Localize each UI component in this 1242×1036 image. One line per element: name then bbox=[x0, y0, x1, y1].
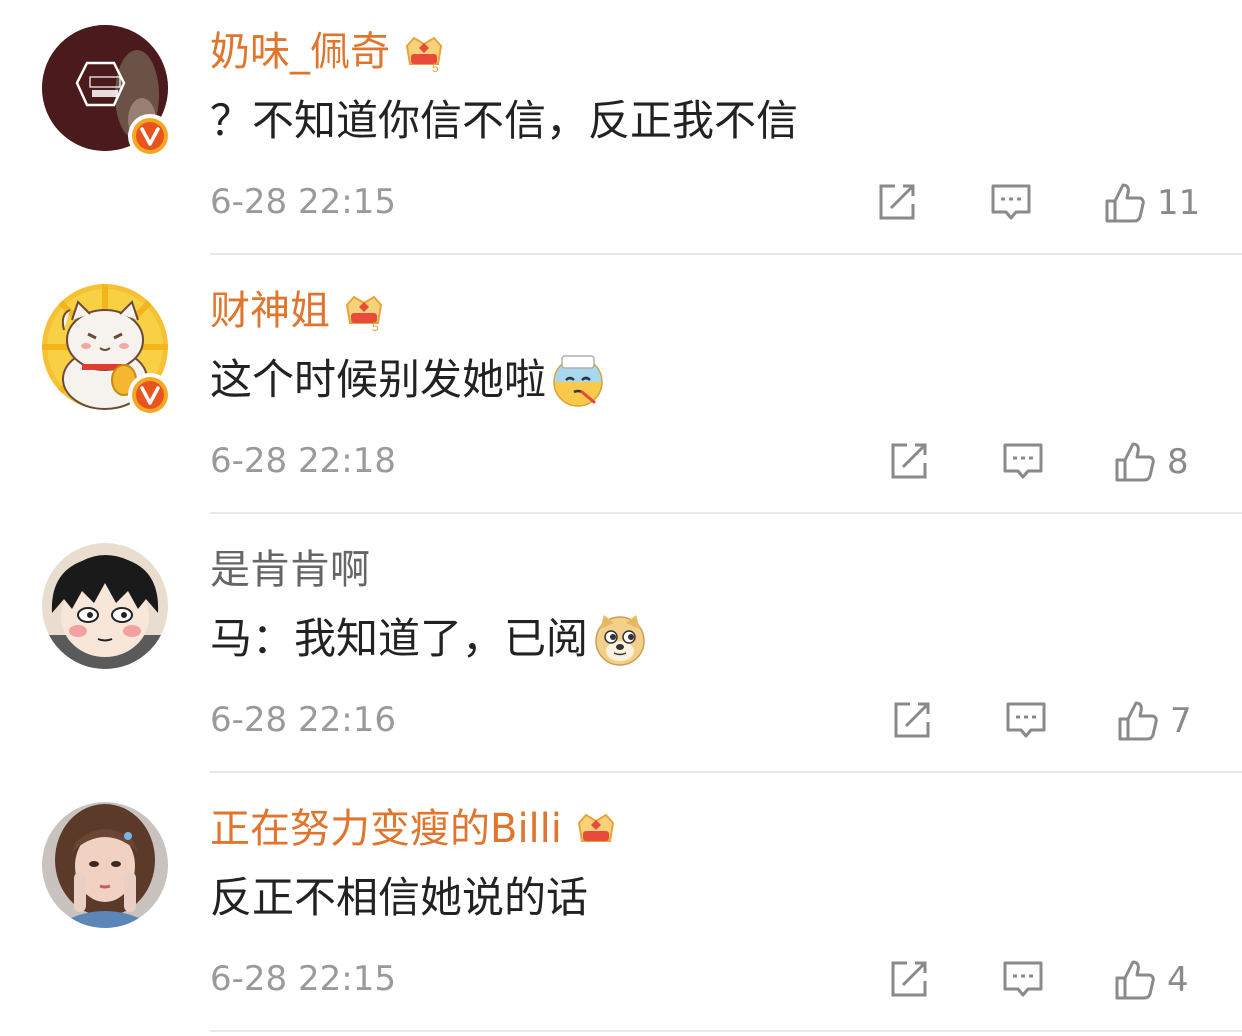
thumbs-up-icon bbox=[1118, 701, 1158, 741]
thumbs-up-icon bbox=[1115, 960, 1155, 1000]
avatar[interactable] bbox=[42, 543, 168, 669]
comment-text: 反正不相信她说的话 bbox=[210, 869, 588, 927]
vip-crown-icon bbox=[574, 807, 618, 851]
repost-button[interactable] bbox=[875, 180, 919, 226]
comment-text-content: 反正不相信她说的话 bbox=[210, 873, 589, 922]
like-count: 8 bbox=[1167, 442, 1189, 482]
username[interactable]: 是肯肯啊 bbox=[210, 546, 370, 594]
verified-badge-icon bbox=[128, 373, 172, 417]
divider bbox=[210, 253, 1242, 255]
repost-icon bbox=[891, 961, 927, 997]
username[interactable]: 财神姐 5 bbox=[210, 287, 386, 335]
comment-list: 奶味_佩奇 5 ？不知道你信不信，反正我不信 6-28 22:15 11 财神姐… bbox=[0, 0, 1242, 1035]
reply-button[interactable] bbox=[1004, 698, 1048, 744]
reply-button[interactable] bbox=[989, 180, 1033, 226]
username-text: 奶味_佩奇 bbox=[210, 29, 390, 75]
reply-button[interactable] bbox=[1001, 439, 1045, 485]
comment-text: 这个时候别发她啦 bbox=[210, 351, 606, 409]
comment-time: 6-28 22:15 bbox=[210, 182, 396, 222]
username-text: 财神姐 bbox=[210, 288, 330, 334]
comment-item: 财神姐 5 这个时候别发她啦 6-28 22:18 8 bbox=[0, 259, 1242, 518]
comment-icon bbox=[1006, 702, 1046, 738]
username[interactable]: 正在努力变瘦的Billi bbox=[210, 805, 618, 853]
comment-text: ？不知道你信不信，反正我不信 bbox=[210, 92, 798, 150]
comment-text-content: 这个时候别发她啦 bbox=[210, 355, 547, 404]
comment-text-content: ？不知道你信不信，反正我不信 bbox=[210, 96, 799, 145]
divider bbox=[210, 1030, 1242, 1032]
repost-button[interactable] bbox=[890, 698, 934, 744]
comment-icon bbox=[1003, 443, 1043, 479]
thumbs-up-icon bbox=[1115, 442, 1155, 482]
repost-icon bbox=[879, 184, 915, 220]
comment-text-content: 马：我知道了，已阅 bbox=[210, 614, 589, 663]
like-count: 11 bbox=[1157, 183, 1201, 223]
like-button[interactable]: 8 bbox=[1113, 439, 1189, 485]
divider bbox=[210, 512, 1242, 514]
divider bbox=[210, 771, 1242, 773]
username[interactable]: 奶味_佩奇 5 bbox=[210, 28, 446, 76]
comment-time: 6-28 22:18 bbox=[210, 441, 396, 481]
girl-photo-avatar-icon bbox=[42, 802, 168, 928]
vip-crown-icon: 5 bbox=[402, 30, 446, 74]
cartoon-girl-avatar-icon bbox=[42, 543, 168, 669]
verified-badge-icon bbox=[128, 114, 172, 158]
comment-item: 奶味_佩奇 5 ？不知道你信不信，反正我不信 6-28 22:15 11 bbox=[0, 0, 1242, 259]
comment-time: 6-28 22:15 bbox=[210, 959, 396, 999]
repost-icon bbox=[891, 443, 927, 479]
like-button[interactable]: 7 bbox=[1116, 698, 1192, 744]
comment-item: 是肯肯啊 马：我知道了，已阅 6-28 22:16 7 bbox=[0, 518, 1242, 777]
like-count: 4 bbox=[1167, 960, 1189, 1000]
avatar[interactable] bbox=[42, 802, 168, 928]
svg-text:5: 5 bbox=[432, 61, 439, 74]
repost-icon bbox=[894, 702, 930, 738]
svg-text:5: 5 bbox=[372, 320, 379, 333]
doge-emoji-icon bbox=[592, 611, 648, 667]
comment-icon bbox=[1003, 961, 1043, 997]
repost-button[interactable] bbox=[887, 439, 931, 485]
repost-button[interactable] bbox=[887, 957, 931, 1003]
like-button[interactable]: 11 bbox=[1103, 180, 1200, 226]
username-text: 是肯肯啊 bbox=[210, 547, 370, 593]
username-text: 正在努力变瘦的Billi bbox=[210, 806, 562, 852]
reply-button[interactable] bbox=[1001, 957, 1045, 1003]
like-count: 7 bbox=[1170, 701, 1192, 741]
comment-item: 正在努力变瘦的Billi 反正不相信她说的话 6-28 22:15 4 bbox=[0, 777, 1242, 1036]
comment-time: 6-28 22:16 bbox=[210, 700, 396, 740]
vip-crown-icon: 5 bbox=[342, 289, 386, 333]
like-button[interactable]: 4 bbox=[1113, 957, 1189, 1003]
thumbs-up-icon bbox=[1105, 183, 1145, 223]
comment-icon bbox=[991, 184, 1031, 220]
sick-face-emoji-icon bbox=[550, 352, 606, 408]
comment-text: 马：我知道了，已阅 bbox=[210, 610, 648, 668]
